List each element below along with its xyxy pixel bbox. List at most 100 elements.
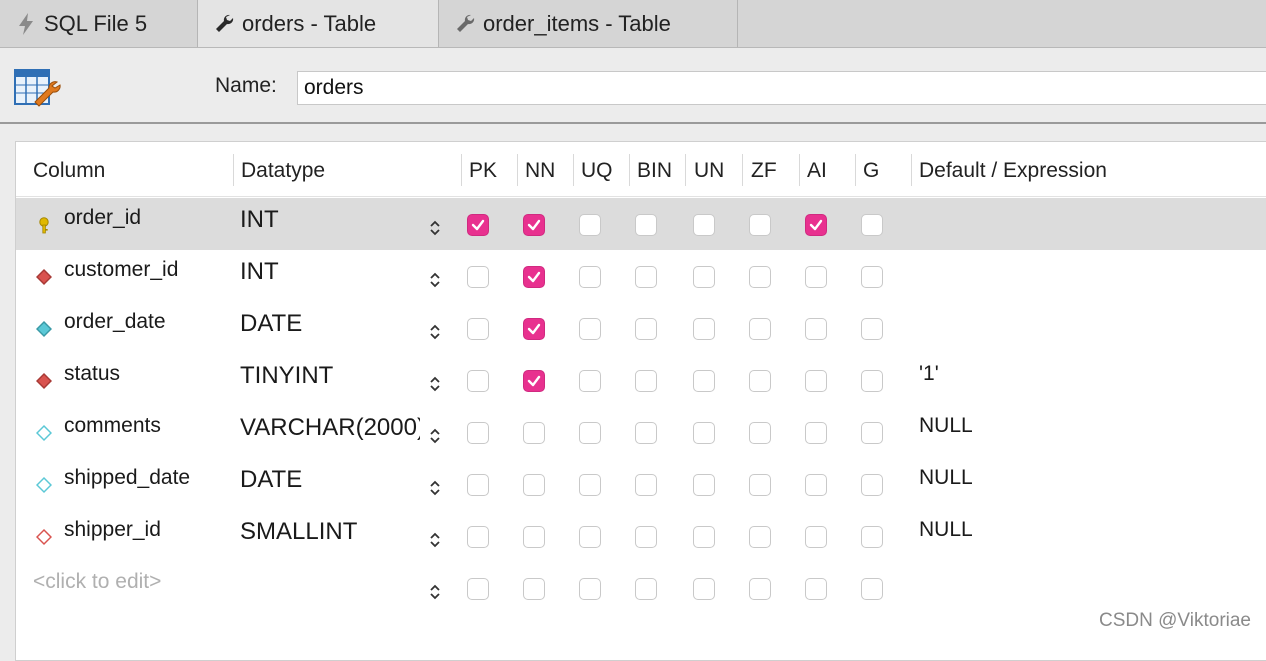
datatype-stepper-icon[interactable]	[425, 478, 445, 498]
checkbox-uq[interactable]	[579, 474, 601, 496]
header-pk[interactable]: PK	[463, 142, 497, 197]
checkbox-pk[interactable]	[467, 578, 489, 600]
checkbox-bin[interactable]	[635, 474, 657, 496]
checkbox-nn[interactable]	[523, 474, 545, 496]
checkbox-zf[interactable]	[749, 422, 771, 444]
checkbox-g[interactable]	[861, 474, 883, 496]
checkbox-un[interactable]	[693, 474, 715, 496]
table-row[interactable]: order_date DATE	[16, 302, 1266, 354]
checkbox-pk[interactable]	[467, 318, 489, 340]
datatype-stepper-icon[interactable]	[425, 374, 445, 394]
checkbox-uq[interactable]	[579, 526, 601, 548]
checkbox-un[interactable]	[693, 214, 715, 236]
datatype-cell[interactable]: DATE	[240, 310, 420, 346]
checkbox-bin[interactable]	[635, 370, 657, 392]
checkbox-g[interactable]	[861, 526, 883, 548]
datatype-stepper-icon[interactable]	[425, 218, 445, 238]
checkbox-un[interactable]	[693, 266, 715, 288]
datatype-stepper-icon[interactable]	[425, 530, 445, 550]
checkbox-g[interactable]	[861, 422, 883, 444]
header-datatype[interactable]: Datatype	[235, 142, 325, 197]
tab-order-items-table[interactable]: order_items - Table	[439, 0, 738, 47]
column-name[interactable]: customer_id	[64, 258, 178, 282]
checkbox-pk[interactable]	[467, 474, 489, 496]
column-name[interactable]: shipper_id	[64, 518, 161, 542]
table-row[interactable]: order_id INT	[16, 198, 1266, 250]
checkbox-bin[interactable]	[635, 422, 657, 444]
checkbox-pk[interactable]	[467, 370, 489, 392]
checkbox-nn[interactable]	[523, 214, 545, 236]
table-row[interactable]: customer_id INT	[16, 250, 1266, 302]
checkbox-un[interactable]	[693, 526, 715, 548]
checkbox-ai[interactable]	[805, 318, 827, 340]
header-g[interactable]: G	[857, 142, 879, 197]
table-row[interactable]: comments VARCHAR(2000) NULL	[16, 406, 1266, 458]
tab-orders-table[interactable]: orders - Table	[198, 0, 439, 47]
checkbox-un[interactable]	[693, 578, 715, 600]
checkbox-nn[interactable]	[523, 370, 545, 392]
datatype-cell[interactable]: TINYINT	[240, 362, 420, 398]
checkbox-uq[interactable]	[579, 318, 601, 340]
header-zf[interactable]: ZF	[745, 142, 777, 197]
new-column-row[interactable]: <click to edit>	[16, 562, 1266, 614]
datatype-cell[interactable]: INT	[240, 258, 420, 294]
checkbox-uq[interactable]	[579, 370, 601, 392]
default-value[interactable]: '1'	[919, 362, 939, 386]
checkbox-bin[interactable]	[635, 214, 657, 236]
default-value[interactable]: NULL	[919, 466, 973, 490]
checkbox-uq[interactable]	[579, 266, 601, 288]
datatype-stepper-icon[interactable]	[425, 322, 445, 342]
checkbox-ai[interactable]	[805, 526, 827, 548]
column-name[interactable]: comments	[64, 414, 161, 438]
header-uq[interactable]: UQ	[575, 142, 613, 197]
checkbox-ai[interactable]	[805, 370, 827, 392]
checkbox-ai[interactable]	[805, 578, 827, 600]
checkbox-g[interactable]	[861, 578, 883, 600]
checkbox-nn[interactable]	[523, 526, 545, 548]
column-name[interactable]: order_date	[64, 310, 166, 334]
column-name[interactable]: status	[64, 362, 120, 386]
checkbox-zf[interactable]	[749, 266, 771, 288]
checkbox-g[interactable]	[861, 266, 883, 288]
checkbox-uq[interactable]	[579, 422, 601, 444]
table-name-input[interactable]	[297, 71, 1266, 105]
checkbox-bin[interactable]	[635, 578, 657, 600]
checkbox-zf[interactable]	[749, 526, 771, 548]
checkbox-un[interactable]	[693, 318, 715, 340]
checkbox-un[interactable]	[693, 422, 715, 444]
checkbox-uq[interactable]	[579, 578, 601, 600]
datatype-cell[interactable]: SMALLINT	[240, 518, 420, 554]
header-column[interactable]: Column	[27, 142, 105, 197]
default-value[interactable]: NULL	[919, 518, 973, 542]
header-nn[interactable]: NN	[519, 142, 555, 197]
header-ai[interactable]: AI	[801, 142, 827, 197]
datatype-cell[interactable]: INT	[240, 206, 420, 242]
checkbox-g[interactable]	[861, 214, 883, 236]
checkbox-nn[interactable]	[523, 578, 545, 600]
checkbox-ai[interactable]	[805, 214, 827, 236]
checkbox-bin[interactable]	[635, 266, 657, 288]
checkbox-un[interactable]	[693, 370, 715, 392]
column-name[interactable]: order_id	[64, 206, 141, 230]
checkbox-bin[interactable]	[635, 526, 657, 548]
table-row[interactable]: status TINYINT '1'	[16, 354, 1266, 406]
click-to-edit-placeholder[interactable]: <click to edit>	[33, 570, 161, 594]
checkbox-nn[interactable]	[523, 318, 545, 340]
checkbox-g[interactable]	[861, 370, 883, 392]
checkbox-zf[interactable]	[749, 370, 771, 392]
checkbox-zf[interactable]	[749, 318, 771, 340]
checkbox-g[interactable]	[861, 318, 883, 340]
datatype-cell[interactable]: VARCHAR(2000)	[240, 414, 420, 450]
checkbox-zf[interactable]	[749, 474, 771, 496]
header-un[interactable]: UN	[688, 142, 724, 197]
header-bin[interactable]: BIN	[631, 142, 672, 197]
datatype-stepper-icon[interactable]	[425, 426, 445, 446]
checkbox-pk[interactable]	[467, 526, 489, 548]
checkbox-zf[interactable]	[749, 578, 771, 600]
table-row[interactable]: shipper_id SMALLINT NULL	[16, 510, 1266, 562]
checkbox-ai[interactable]	[805, 474, 827, 496]
checkbox-zf[interactable]	[749, 214, 771, 236]
default-value[interactable]: NULL	[919, 414, 973, 438]
checkbox-nn[interactable]	[523, 266, 545, 288]
checkbox-ai[interactable]	[805, 422, 827, 444]
